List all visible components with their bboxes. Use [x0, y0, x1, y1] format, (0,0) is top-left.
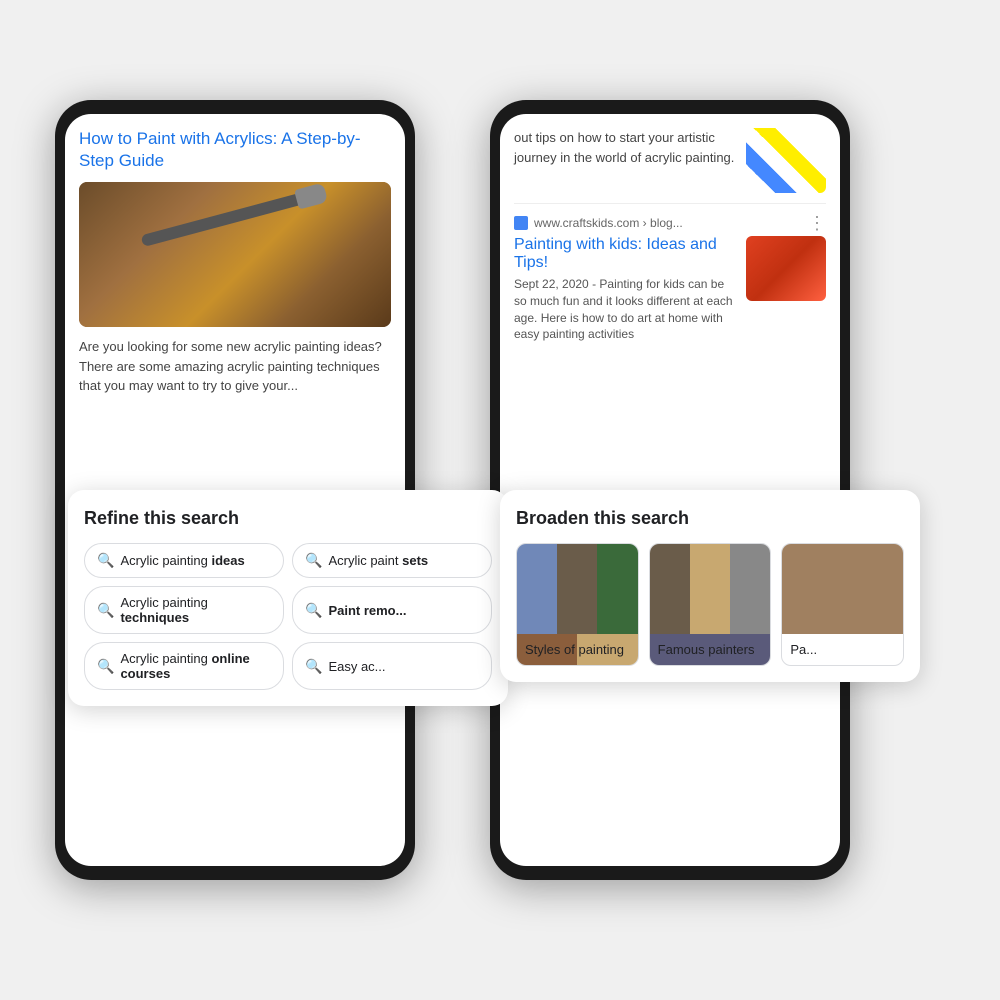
- paint-image: [746, 128, 826, 193]
- chip-paint-remove[interactable]: 🔍 Paint remo...: [292, 586, 492, 634]
- chip-online-courses-label: Acrylic painting online courses: [120, 651, 271, 681]
- chip-paint-remove-label: Paint remo...: [328, 603, 406, 618]
- kids-image: [746, 236, 826, 301]
- painters-thumb-2: [690, 544, 730, 634]
- article-description: Are you looking for some new acrylic pai…: [79, 337, 391, 396]
- kids-result-title[interactable]: Painting with kids: Ideas and Tips!: [514, 236, 736, 272]
- kids-favicon: [514, 216, 528, 230]
- partial-image-group: [782, 544, 903, 634]
- article-title[interactable]: How to Paint with Acrylics: A Step-by-St…: [79, 128, 391, 172]
- chip-techniques-label: Acrylic painting techniques: [120, 595, 271, 625]
- kids-result-meta: Sept 22, 2020 - Painting for kids can be…: [514, 276, 736, 343]
- painters-thumb-3: [730, 544, 770, 634]
- chip-sets-label: Acrylic paint sets: [328, 553, 428, 568]
- styles-thumb-1: [517, 544, 557, 634]
- top-thumb: [746, 128, 826, 193]
- chip-techniques[interactable]: 🔍 Acrylic painting techniques: [84, 586, 284, 634]
- refine-card: Refine this search 🔍 Acrylic painting id…: [68, 490, 508, 706]
- partial-label: Pa...: [782, 634, 903, 665]
- refine-title: Refine this search: [84, 508, 492, 529]
- divider-1: [514, 203, 826, 204]
- chip-sets[interactable]: 🔍 Acrylic paint sets: [292, 543, 492, 578]
- broaden-item-styles[interactable]: Styles of painting: [516, 543, 639, 666]
- broaden-card: Broaden this search Styles of painting: [500, 490, 920, 682]
- search-icon-4: 🔍: [305, 602, 322, 619]
- article-image: [79, 182, 391, 327]
- painters-thumb-1: [650, 544, 690, 634]
- kids-source-line: www.craftskids.com › blog... ⋮: [514, 214, 826, 232]
- styles-thumb-2: [557, 544, 597, 634]
- refine-chips: 🔍 Acrylic painting ideas 🔍 Acrylic paint…: [84, 543, 492, 690]
- top-text: out tips on how to start your artistic j…: [514, 128, 736, 167]
- broaden-title: Broaden this search: [516, 508, 904, 529]
- kids-more-icon[interactable]: ⋮: [808, 214, 826, 232]
- broaden-item-painters[interactable]: Famous painters: [649, 543, 772, 666]
- styles-thumb-3: [597, 544, 637, 634]
- top-result: out tips on how to start your artistic j…: [514, 128, 826, 193]
- search-icon-2: 🔍: [305, 552, 322, 569]
- search-icon-5: 🔍: [97, 658, 114, 675]
- search-icon-3: 🔍: [97, 602, 114, 619]
- chip-ideas-label: Acrylic painting ideas: [120, 553, 244, 568]
- brush-bristle: [294, 183, 328, 210]
- broaden-item-partial[interactable]: Pa...: [781, 543, 904, 666]
- partial-thumb: [782, 544, 903, 634]
- chip-easy[interactable]: 🔍 Easy ac...: [292, 642, 492, 690]
- chip-online-courses[interactable]: 🔍 Acrylic painting online courses: [84, 642, 284, 690]
- chip-easy-label: Easy ac...: [328, 659, 385, 674]
- kids-result[interactable]: www.craftskids.com › blog... ⋮ Painting …: [514, 214, 826, 343]
- styles-image-group: [517, 544, 638, 634]
- search-icon-6: 🔍: [305, 658, 322, 675]
- kids-result-body: Painting with kids: Ideas and Tips! Sept…: [514, 236, 826, 343]
- painters-image-group: [650, 544, 771, 634]
- search-icon-1: 🔍: [97, 552, 114, 569]
- article-image-inner: [79, 182, 391, 327]
- broaden-items: Styles of painting Famous painters Pa...: [516, 543, 904, 666]
- kids-source-url: www.craftskids.com › blog...: [534, 216, 802, 230]
- chip-ideas[interactable]: 🔍 Acrylic painting ideas: [84, 543, 284, 578]
- kids-thumb: [746, 236, 826, 301]
- brush-detail: [141, 189, 318, 247]
